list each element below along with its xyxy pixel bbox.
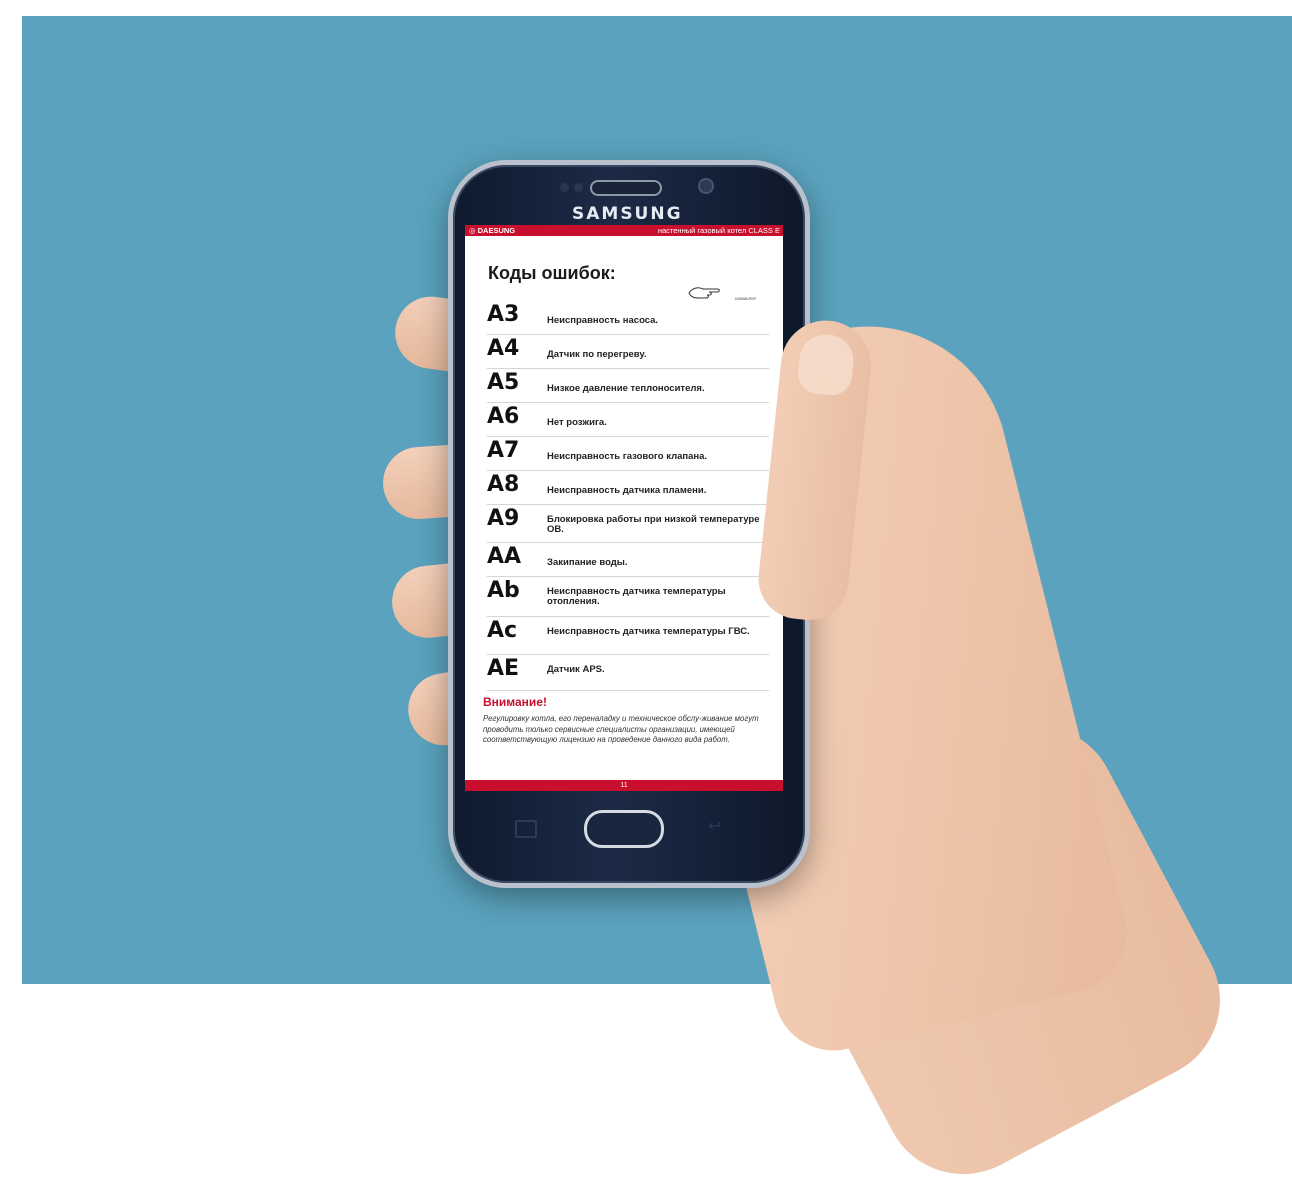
back-icon[interactable]: ↩ <box>708 816 721 836</box>
error-row: A4 Датчик по перегреву. <box>487 336 769 369</box>
tap-hint: нажмите! <box>735 296 757 301</box>
error-code: Ac <box>487 618 518 643</box>
error-description: Неисправность датчика температуры отопле… <box>547 586 726 607</box>
error-row: Ac Неисправность датчика температуры ГВС. <box>487 618 769 655</box>
error-row: A9 Блокировка работы при низкой температу… <box>487 506 769 543</box>
proximity-sensor <box>560 183 569 192</box>
error-code: AE <box>487 656 520 681</box>
error-code: AA <box>487 544 522 569</box>
error-code: A5 <box>487 370 520 395</box>
error-row: AA Закипание воды. <box>487 544 769 577</box>
error-code: A6 <box>487 404 520 429</box>
error-row: A7 Неисправность газового клапана. <box>487 438 769 471</box>
page-title: Коды ошибок: <box>488 263 616 283</box>
error-row: A6 Нет розжига. <box>487 404 769 437</box>
error-description: Неисправность насоса. <box>547 315 659 326</box>
error-description: Блокировка работы при низкой температуре… <box>547 514 760 535</box>
error-row: A5 Низкое давление теплоносителя. <box>487 370 769 403</box>
error-description: Датчик APS. <box>547 664 605 675</box>
error-row: A3 Неисправность насоса. <box>487 302 769 335</box>
error-description: Неисправность датчика пламени. <box>547 485 707 496</box>
header-bar: ◎ DAESUNG настенный газовый котел CLASS … <box>465 225 783 236</box>
error-row: Ab Неисправность датчика температуры отоп… <box>487 578 769 617</box>
phone-brand: SAMSUNG <box>572 204 683 224</box>
front-camera-icon <box>700 180 712 192</box>
warning-title: Внимание! <box>483 695 547 709</box>
error-description: Неисправность газового клапана. <box>547 451 708 462</box>
error-row: AE Датчик APS. <box>487 656 769 691</box>
error-description: Закипание воды. <box>547 557 628 568</box>
error-description: Низкое давление теплоносителя. <box>547 383 705 394</box>
error-code: A4 <box>487 336 520 361</box>
error-description: Неисправность датчика температуры ГВС. <box>547 626 750 637</box>
error-code: A9 <box>487 506 520 531</box>
error-code: A7 <box>487 438 520 463</box>
error-row: A8 Неисправность датчика пламени. <box>487 472 769 505</box>
thumbnail <box>796 331 857 398</box>
light-sensor <box>574 183 583 192</box>
page-number: 11 <box>620 782 628 789</box>
error-code: A3 <box>487 302 520 327</box>
brand-logo: ◎ DAESUNG <box>469 226 516 235</box>
boiler-model: настенный газовый котел CLASS E <box>657 226 780 235</box>
phone-screen[interactable]: ◎ DAESUNG настенный газовый котел CLASS … <box>465 225 783 791</box>
error-code: A8 <box>487 472 520 497</box>
earpiece-speaker <box>590 180 662 196</box>
error-code: Ab <box>487 578 520 603</box>
warning-text: Регулировку котла, его переналадку и тех… <box>483 714 759 745</box>
recent-apps-icon[interactable] <box>515 820 537 838</box>
error-description: Датчик по перегреву. <box>547 349 647 360</box>
footer-bar: 11 <box>465 780 783 791</box>
error-description: Нет розжига. <box>547 417 607 428</box>
pointing-hand-icon[interactable] <box>687 281 727 303</box>
home-button[interactable] <box>584 810 664 848</box>
